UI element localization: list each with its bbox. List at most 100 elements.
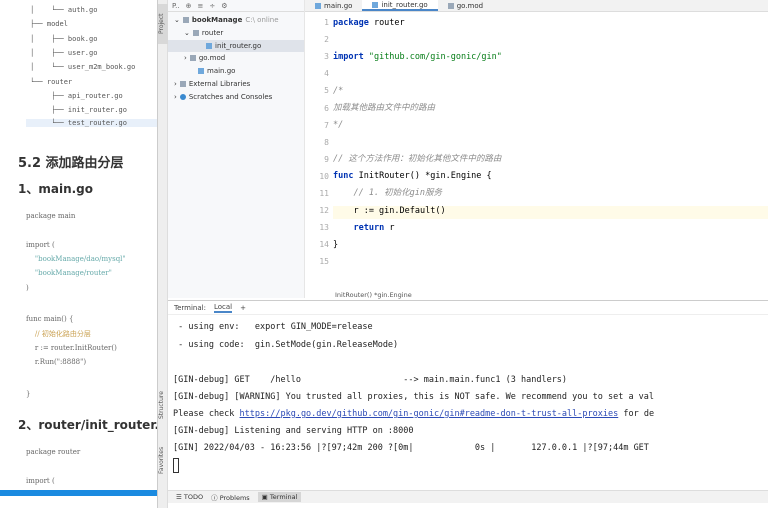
code-line: func main() {	[26, 315, 74, 323]
code-line-3: import "github.com/gin-gonic/gin"	[333, 52, 502, 62]
tool-window-strip: Project Structure Favorites	[157, 0, 169, 508]
terminal-title: Terminal:	[174, 303, 206, 312]
line-number: 10	[319, 171, 329, 181]
terminal-panel[interactable]: Terminal: Local + - using env: export GI…	[168, 300, 768, 490]
heading-init-router: 2、router/init_router.go	[18, 418, 157, 432]
folder-icon	[182, 17, 189, 23]
add-terminal-button[interactable]: +	[240, 304, 246, 312]
terminal-line: [GIN-debug] GET /hello --> main.main.fun…	[173, 375, 568, 385]
terminal-tab-local[interactable]: Local	[213, 303, 233, 313]
go-file-icon	[315, 2, 321, 9]
expand-icon[interactable]: ÷	[209, 2, 215, 10]
code-line-5: /*	[333, 86, 344, 96]
terminal-line: [GIN-debug] Listening and serving HTTP o…	[173, 426, 414, 436]
locate-icon[interactable]: ⊕	[186, 2, 192, 10]
tree-line: │ ├── user.go	[30, 49, 98, 57]
code-line: r := router.InitRouter()	[26, 344, 117, 352]
chevron-right-icon: ›	[184, 54, 187, 62]
go-file-icon	[372, 1, 379, 8]
code-line: package main	[26, 212, 76, 220]
terminal-header: Terminal: Local +	[168, 301, 768, 315]
code-line-13: return r	[353, 223, 395, 233]
code-line: )	[26, 284, 29, 292]
code-line: }	[26, 390, 31, 398]
project-view-selector[interactable]: P..	[172, 2, 180, 10]
code-line-6: 加载其他路由文件中的路由	[333, 103, 436, 113]
tree-item-scratches[interactable]: › Scratches and Consoles	[174, 93, 272, 101]
code-line-7: */	[333, 120, 344, 130]
tree-item-bookmanage[interactable]: ⌄ bookManage C:\ online	[174, 16, 279, 24]
folder-icon	[192, 30, 199, 36]
code-line: "bookManage/router"	[26, 269, 112, 277]
code-line-12: r := gin.Default()	[333, 206, 446, 216]
line-number: 13	[319, 223, 329, 233]
terminal-line: - using code: gin.SetMode(gin.ReleaseMod…	[173, 340, 399, 350]
tab-go-mod[interactable]: go.mod	[438, 0, 493, 11]
tree-item-external-libraries[interactable]: › External Libraries	[174, 80, 250, 88]
breadcrumb[interactable]: InitRouter() *gin.Engine	[335, 291, 412, 299]
chevron-right-icon: ›	[174, 93, 177, 101]
tab-main-go[interactable]: main.go	[305, 0, 362, 11]
terminal-line: [GIN-debug] [WARNING] You trusted all pr…	[173, 392, 655, 402]
proxies-doc-link[interactable]: https://pkg.go.dev/github.com/gin-gonic/…	[240, 409, 619, 419]
code-line: r.Run(":8888")	[26, 358, 87, 366]
chevron-right-icon: ›	[174, 80, 177, 88]
code-line-10: func InitRouter() *gin.Engine {	[333, 171, 492, 181]
tree-item-init-router[interactable]: init_router.go	[168, 40, 304, 52]
editor-tabs: main.go init_router.go go.mod	[305, 0, 768, 12]
tab-init-router-go[interactable]: init_router.go	[362, 0, 438, 11]
code-editor[interactable]: package router import "github.com/gin-go…	[333, 12, 768, 298]
code-line: import (	[26, 477, 55, 485]
tree-line: ├── api_router.go	[30, 92, 123, 100]
tree-line: ├── init_router.go	[30, 106, 127, 114]
tree-line: │ ├── book.go	[30, 35, 98, 43]
tree-line: ├── model	[30, 20, 68, 28]
file-icon	[189, 55, 196, 61]
code-line-11: // 1. 初始化gin服务	[333, 188, 443, 198]
collapse-icon[interactable]: ≡	[197, 2, 203, 10]
chevron-down-icon: ⌄	[174, 16, 180, 24]
tree-line: └── router	[30, 78, 73, 86]
line-number: 15	[319, 257, 329, 267]
line-number: 11	[319, 189, 329, 198]
scratches-icon	[179, 94, 186, 100]
bottom-toolbar: ☰ TODO ⓘ Problems ▣ Terminal	[168, 490, 768, 503]
line-number: 4	[324, 69, 329, 79]
tree-line: └── test_router.go	[26, 119, 157, 127]
terminal-cursor	[173, 458, 179, 473]
go-file-icon	[198, 68, 204, 74]
terminal-line: [GIN] 2022/04/03 - 16:23:56 |?[97;42m 20…	[173, 443, 649, 453]
todo-tool-button[interactable]: ☰ TODO	[176, 493, 203, 501]
line-number: 9	[324, 154, 329, 164]
code-line: "bookManage/dao/mysql"	[26, 255, 126, 263]
tree-line: │ └── auth.go	[30, 6, 98, 14]
code-line: import (	[26, 241, 55, 249]
line-number: 6	[324, 103, 329, 113]
progress-bar	[0, 490, 157, 496]
section-title: 5.2 添加路由分层	[18, 156, 124, 171]
line-number: 8	[324, 137, 329, 147]
code-line-1: package router	[333, 18, 405, 28]
line-number: 12	[319, 206, 329, 216]
tree-item-main-go[interactable]: main.go	[198, 67, 235, 75]
code-line: package router	[26, 448, 81, 456]
code-line-9: // 这个方法作用：初始化其他文件中的路由	[333, 154, 502, 164]
gear-icon[interactable]: ⚙	[221, 2, 227, 10]
line-number: 1	[324, 18, 329, 27]
chevron-down-icon: ⌄	[184, 29, 190, 37]
code-line: // 初始化路由分层	[26, 330, 91, 338]
line-number: 2	[324, 35, 329, 45]
code-line-14: }	[333, 240, 339, 250]
document-panel: │ └── auth.go ├── model │ ├── book.go │ …	[0, 0, 157, 508]
library-icon	[179, 81, 186, 87]
tree-item-router[interactable]: ⌄ router	[184, 29, 223, 37]
line-number: 14	[319, 240, 329, 250]
project-toolbar: P.. ⊕ ≡ ÷ ⚙	[168, 0, 304, 12]
tree-item-go-mod[interactable]: › go.mod	[184, 54, 225, 62]
terminal-tool-button[interactable]: ▣ Terminal	[257, 492, 302, 502]
heading-main-go: 1、main.go	[18, 182, 94, 196]
tree-line: │ └── user_m2m_book.go	[30, 63, 136, 71]
problems-tool-button[interactable]: ⓘ Problems	[211, 492, 250, 502]
line-number: 3	[324, 52, 329, 62]
terminal-line: - using env: export GIN_MODE=release	[173, 322, 373, 332]
